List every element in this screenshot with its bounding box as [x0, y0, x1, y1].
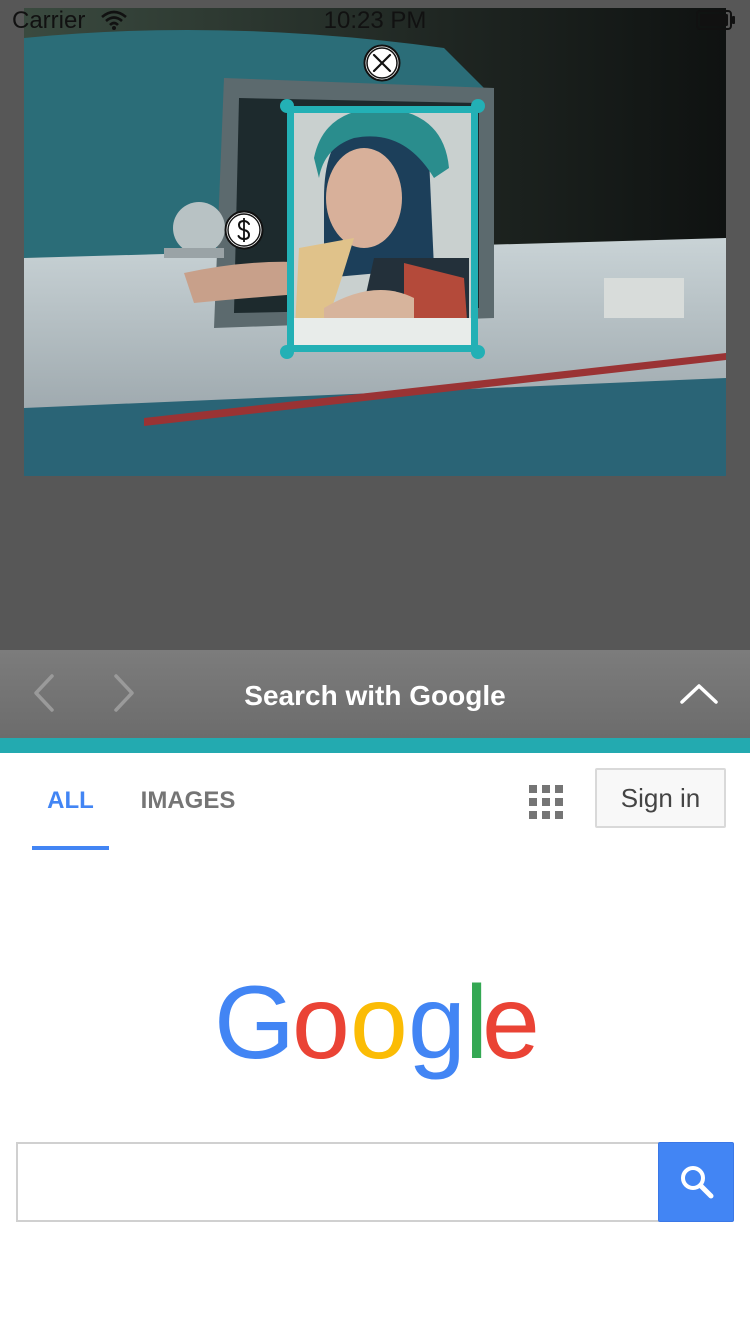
search-button[interactable]	[658, 1142, 734, 1222]
status-bar: Carrier 10:23 PM	[0, 0, 750, 40]
status-time: 10:23 PM	[323, 7, 427, 34]
apps-grid-icon[interactable]	[529, 785, 563, 819]
chevron-up-icon[interactable]	[678, 680, 720, 708]
battery-icon	[696, 10, 735, 30]
crop-handle-top-right[interactable]	[471, 99, 485, 113]
logo-letter: g	[408, 966, 466, 1081]
tab-images[interactable]: IMAGES	[130, 770, 246, 832]
tab-all[interactable]: ALL	[32, 770, 109, 850]
crop-handle-top-left[interactable]	[280, 99, 294, 113]
crop-selection-frame[interactable]	[287, 106, 478, 352]
close-icon[interactable]	[363, 44, 401, 82]
image-preview-area	[0, 0, 750, 650]
logo-letter: G	[214, 966, 295, 1081]
google-logo: G o o g l e	[214, 966, 540, 1081]
price-tag-icon[interactable]	[224, 210, 264, 250]
logo-letter: o	[292, 966, 350, 1081]
crop-handle-bottom-right[interactable]	[471, 345, 485, 359]
search-icon	[681, 1166, 714, 1199]
sign-in-button[interactable]: Sign in	[595, 768, 726, 828]
search-input[interactable]	[16, 1142, 659, 1222]
logo-letter: e	[482, 966, 540, 1081]
crop-handle-bottom-left[interactable]	[280, 345, 294, 359]
logo-letter: o	[350, 966, 408, 1081]
toolbar-title: Search with Google	[244, 680, 506, 711]
accent-divider	[0, 738, 750, 753]
